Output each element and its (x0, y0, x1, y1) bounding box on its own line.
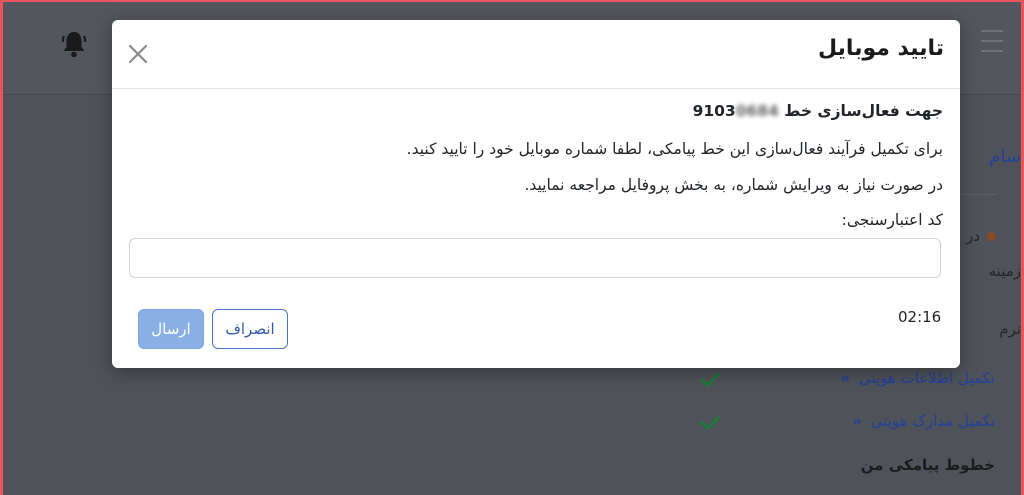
blurred-number: 0684 (735, 102, 779, 120)
countdown-timer: 02:16 (898, 308, 942, 326)
send-button[interactable]: ارسال (138, 309, 204, 349)
modal-header: تایید موبایل (112, 20, 960, 89)
check-icon (700, 416, 720, 430)
bell-icon[interactable] (61, 30, 87, 58)
double-chevron-icon: « (840, 369, 851, 387)
background-item-partial: نرم (999, 320, 1021, 338)
check-icon (700, 373, 720, 387)
instruction-text: برای تکمیل فرآیند فعال‌سازی این خط پیامک… (406, 140, 943, 158)
verification-code-input[interactable] (129, 238, 941, 278)
modal-title: تایید موبایل (818, 36, 944, 61)
complete-identity-documents-link[interactable]: تکمیل مدارک هویتی « (852, 412, 995, 430)
close-icon[interactable] (126, 42, 150, 66)
complete-identity-info-link[interactable]: تکمیل اطلاعات هویتی « (840, 369, 995, 387)
edit-hint-text: در صورت نیاز به ویرایش شماره، به بخش پرو… (524, 176, 943, 194)
my-sms-lines-title: خطوط پیامکی من (860, 456, 995, 474)
background-header-partial: سام (989, 146, 1021, 167)
cancel-button[interactable]: انصراف (212, 309, 288, 349)
background-item-partial: در (966, 227, 980, 245)
double-chevron-icon: « (852, 412, 863, 430)
screen: سام در زمینه نرم تکمیل اطلاعات هویتی « ت… (0, 0, 1024, 495)
hamburger-menu-icon[interactable] (981, 30, 1005, 54)
line-number: 91030684 (692, 102, 779, 120)
background-item-partial: زمینه (988, 262, 1021, 280)
code-label: کد اعتبارسنجی: (841, 211, 943, 229)
status-dot (987, 232, 996, 241)
verify-mobile-modal: تایید موبایل جهت فعال‌سازی خط 91030684 ب… (112, 20, 960, 368)
line-activation-heading: جهت فعال‌سازی خط 91030684 (692, 102, 943, 120)
